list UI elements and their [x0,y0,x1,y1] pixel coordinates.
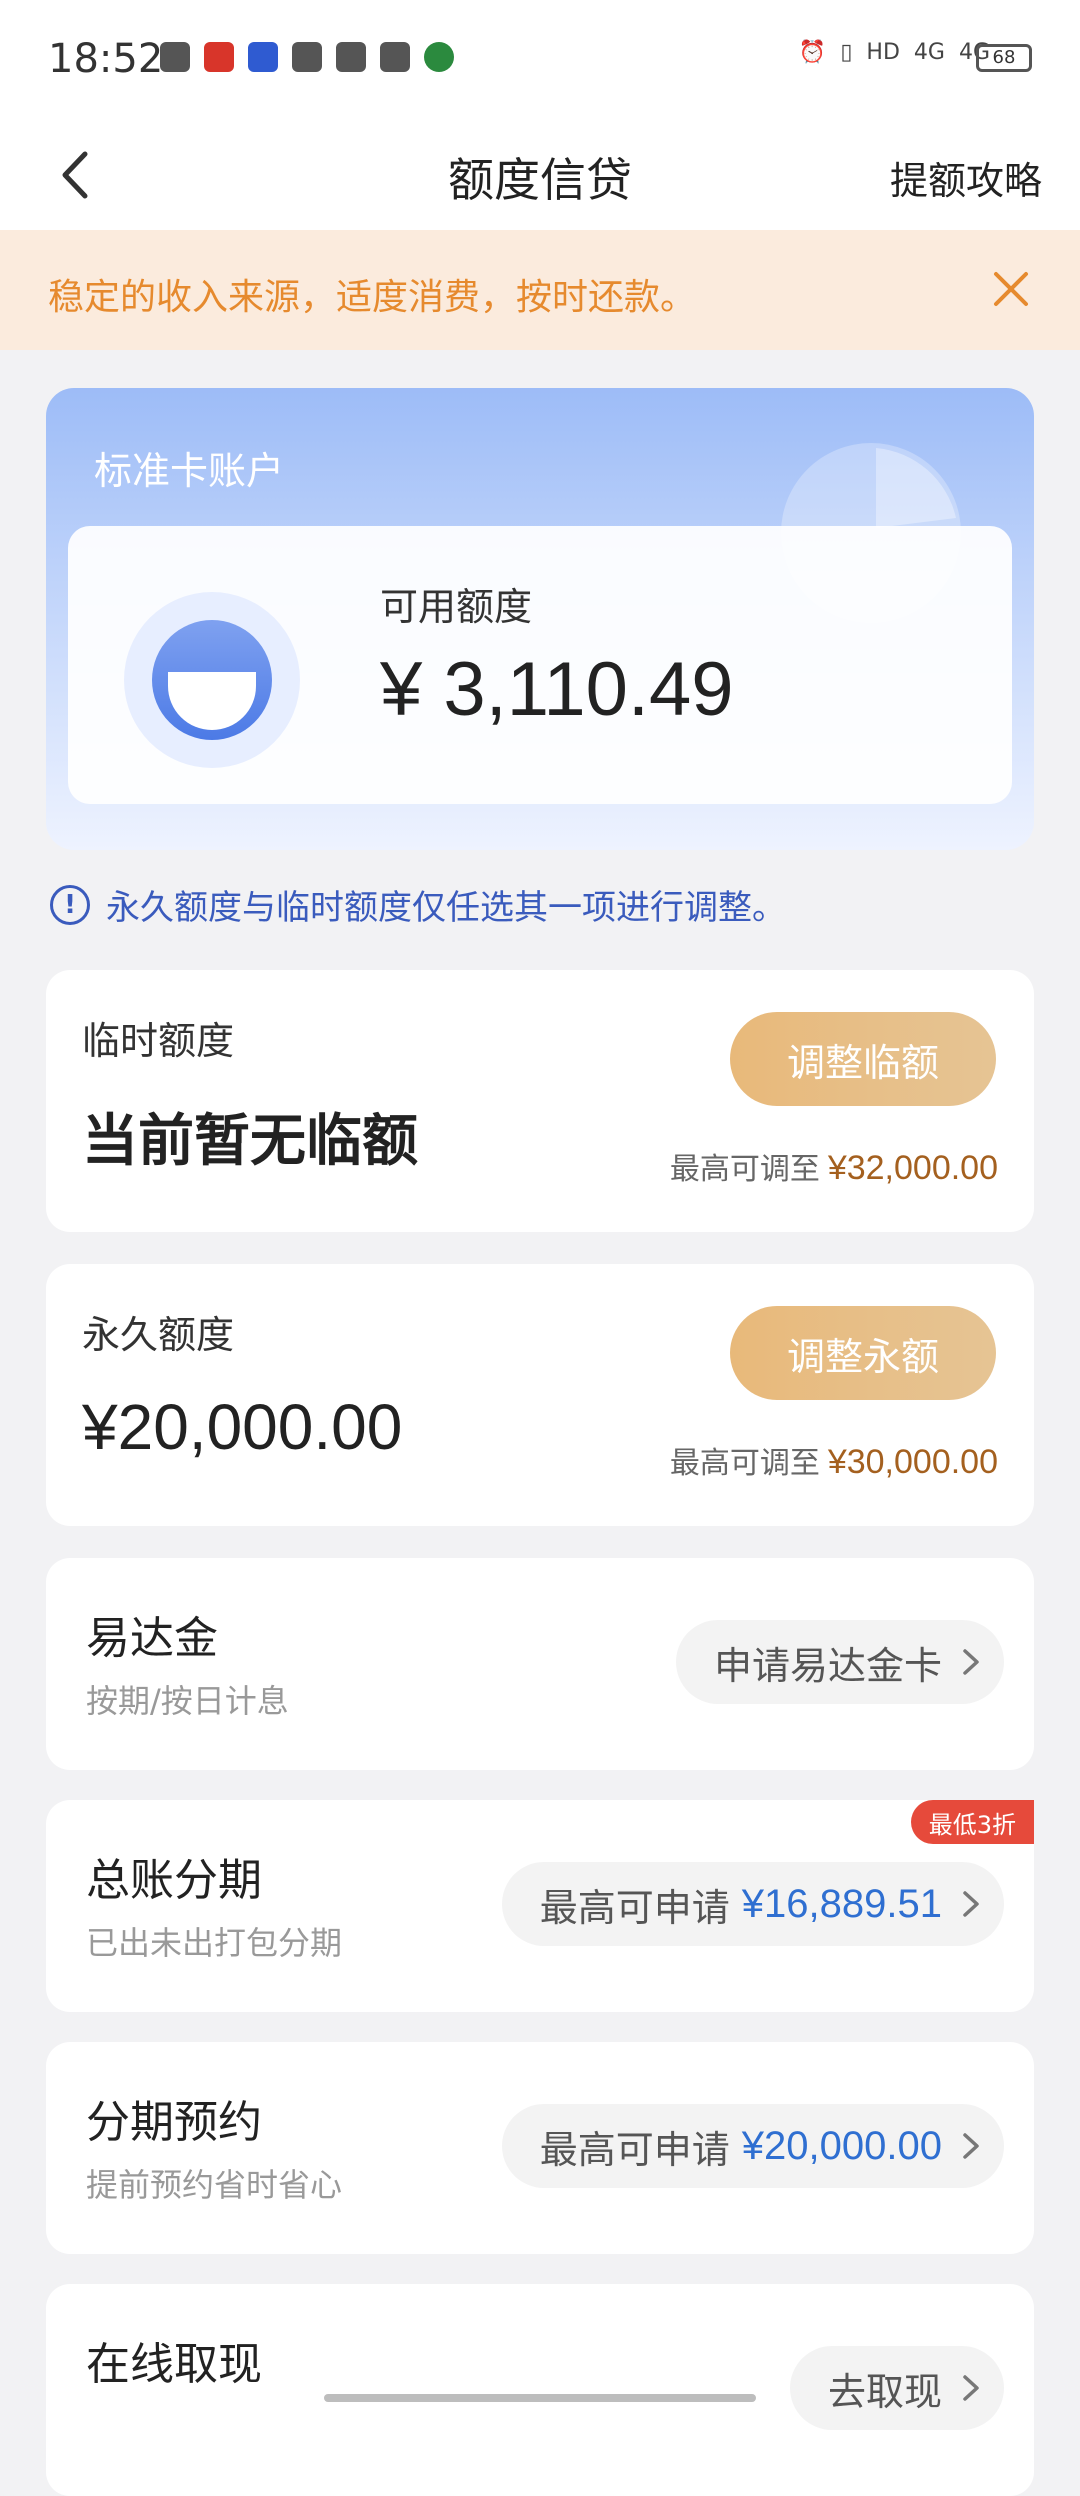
temporary-max-line: 最高可调至 ¥32,000.00 [670,1144,998,1188]
notification-icons [160,42,454,72]
adjust-temporary-button[interactable]: 调整临额 [730,1012,996,1106]
permanent-limit-value: ¥20,000.00 [82,1391,403,1463]
account-card: 标准卡账户 可用额度 ¥ 3,110.49 [46,388,1034,850]
list-item[interactable]: 最低3折 总账分期 已出未出打包分期 最高可申请 ¥16,889.51 [46,1800,1034,2012]
info-tip: ! 永久额度与临时额度仅任选其一项进行调整。 [50,880,786,929]
info-tip-text: 永久额度与临时额度仅任选其一项进行调整。 [106,888,786,928]
temporary-limit-card: 临时额度 当前暂无临额 调整临额 最高可调至 ¥32,000.00 [46,970,1034,1232]
status-bar: 18:52 ⏰ ▯ HD 4G 4G 68 [0,0,1080,120]
pill-label: 去取现 [827,2369,942,2414]
available-credit-label: 可用额度 [380,585,533,629]
notice-text: 稳定的收入来源，适度消费，按时还款。 [48,277,697,318]
apply-reservation-button[interactable]: 最高可申请 ¥20,000.00 [501,2104,1004,2188]
close-icon[interactable] [990,268,1032,310]
adjust-permanent-button[interactable]: 调整永额 [730,1306,996,1400]
message-icon [380,42,410,72]
temporary-max-amount: ¥32,000.00 [827,1149,998,1187]
notice-banner: 稳定的收入来源，适度消费，按时还款。 [0,230,1080,350]
limit-strategy-link[interactable]: 提额攻略 [890,150,1042,205]
available-credit-panel: 可用额度 ¥ 3,110.49 [68,526,1012,804]
permanent-limit-label: 永久额度 [82,1313,235,1357]
battery-icon: 68 [976,44,1032,72]
product-name: 易达金 [86,1613,218,1664]
permanent-max-amount: ¥30,000.00 [827,1443,998,1481]
phone-icon [292,42,322,72]
pill-label: 最高可申请 [539,1885,730,1930]
temporary-limit-value: 当前暂无临额 [82,1109,418,1174]
permanent-max-label: 最高可调至 [669,1446,820,1481]
finance-icon [424,42,454,72]
chevron-right-icon [963,1649,979,1675]
product-subtitle: 按期/按日计息 [86,1682,289,1720]
list-item[interactable]: 分期预约 提前预约省时省心 最高可申请 ¥20,000.00 [46,2042,1034,2254]
vibrate-icon: ▯ [840,40,853,65]
signal-4g-1: 4G [913,40,945,65]
alarm-icon: ⏰ [798,40,827,65]
pill-amount: ¥16,889.51 [741,1881,942,1926]
chevron-right-icon [963,1891,979,1917]
permanent-max-line: 最高可调至 ¥30,000.00 [670,1438,998,1482]
product-subtitle: 已出未出打包分期 [86,1924,343,1962]
list-item[interactable]: 在线取现 去取现 [46,2284,1034,2496]
product-name: 分期预约 [86,2097,262,2148]
chevron-right-icon [963,2375,979,2401]
temporary-max-label: 最高可调至 [669,1152,820,1187]
product-name: 总账分期 [86,1855,262,1906]
hd-badge: HD [866,40,900,65]
list-item[interactable]: 易达金 按期/按日计息 申请易达金卡 [46,1558,1034,1770]
system-icons: ⏰ ▯ HD 4G 4G [799,40,990,65]
account-type-label: 标准卡账户 [94,449,285,493]
info-icon: ! [50,884,90,925]
status-time: 18:52 [48,36,164,82]
product-name: 在线取现 [86,2339,262,2390]
card-logo-icon [124,592,300,768]
home-indicator[interactable] [324,2394,756,2402]
discount-badge: 最低3折 [910,1800,1034,1844]
chevron-right-icon [963,2133,979,2159]
product-subtitle: 提前预约省时省心 [86,2166,343,2204]
app-icon [204,42,234,72]
app-header: 额度信贷 提额攻略 [0,120,1080,230]
app-icon [248,42,278,72]
mail-icon [336,42,366,72]
video-icon [160,42,190,72]
permanent-limit-card: 永久额度 ¥20,000.00 调整永额 最高可调至 ¥30,000.00 [46,1264,1034,1526]
pill-label: 申请易达金卡 [713,1643,942,1688]
pill-label: 最高可申请 [539,2127,730,2172]
apply-installment-button[interactable]: 最高可申请 ¥16,889.51 [501,1862,1004,1946]
pill-amount: ¥20,000.00 [741,2123,942,2168]
withdraw-cash-button[interactable]: 去取现 [789,2346,1004,2430]
temporary-limit-label: 临时额度 [82,1019,235,1063]
available-credit-amount: ¥ 3,110.49 [380,647,734,732]
apply-card-button[interactable]: 申请易达金卡 [675,1620,1004,1704]
